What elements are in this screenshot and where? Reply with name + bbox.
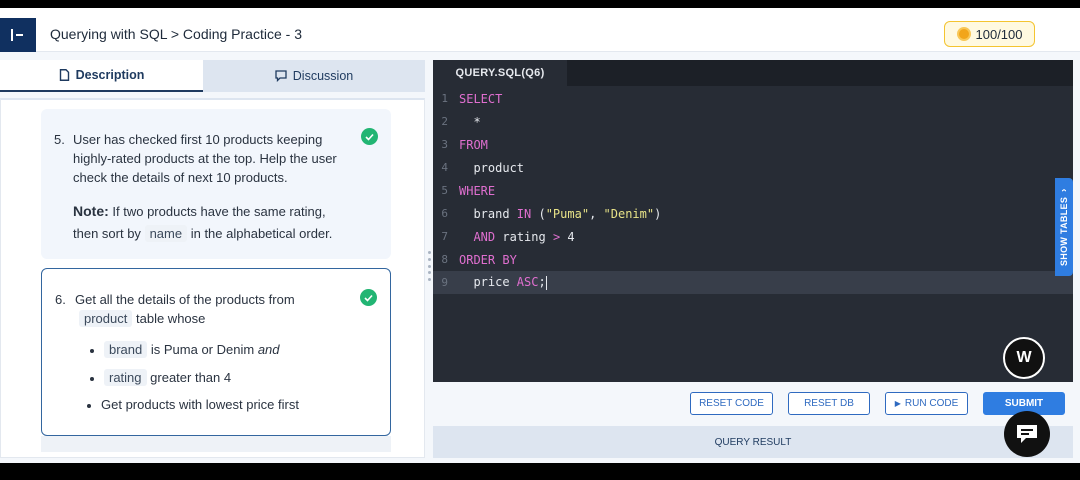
- code-line-4[interactable]: 4 product: [433, 156, 1073, 179]
- line-number: 6: [441, 207, 448, 220]
- line-number: 2: [441, 115, 448, 128]
- chevron-left-icon: ›: [1058, 188, 1070, 192]
- code-line-2[interactable]: 2 *: [433, 110, 1073, 133]
- breadcrumb[interactable]: Querying with SQL > Coding Practice - 3: [50, 26, 302, 42]
- code-line-9[interactable]: 9 price ASC;: [433, 271, 1073, 294]
- run-code-label: RUN CODE: [904, 398, 959, 409]
- code-line-5[interactable]: 5 WHERE: [433, 179, 1073, 202]
- code-line-3[interactable]: 3 FROM: [433, 133, 1073, 156]
- tab-discussion[interactable]: Discussion: [203, 60, 425, 92]
- text-cursor: [545, 275, 547, 290]
- completed-check-icon: [361, 128, 378, 145]
- tab-discussion-label: Discussion: [292, 69, 354, 83]
- play-icon: ▶: [894, 399, 901, 408]
- document-icon: [59, 69, 69, 81]
- brand-and: and: [257, 342, 280, 357]
- tab-description[interactable]: Description: [0, 60, 203, 92]
- brand-text: is Puma or Denim: [150, 342, 255, 357]
- show-tables-label: SHOW TABLES: [1059, 196, 1069, 266]
- note-text: If two products have the same rating,: [108, 204, 326, 219]
- line-number: 7: [441, 230, 448, 243]
- code-line-7[interactable]: 7 AND rating > 4: [433, 225, 1073, 248]
- code-line-1[interactable]: 1 SELECT: [433, 87, 1073, 110]
- code-chip-product: product: [79, 310, 133, 327]
- note-line2-post: in the alphabetical order.: [190, 226, 333, 241]
- code-text: brand IN ("Puma", "Denim"): [459, 206, 662, 221]
- code-text: price ASC;: [459, 275, 547, 290]
- line-number: 9: [441, 276, 448, 289]
- reset-code-button[interactable]: RESET CODE: [690, 392, 773, 415]
- table-whose-text: table whose: [136, 311, 206, 326]
- line-number: 8: [441, 253, 448, 266]
- w-logo-badge[interactable]: W: [1003, 337, 1045, 379]
- question-6-line-2: product table whose: [79, 309, 205, 328]
- description-panel[interactable]: 5. User has checked first 10 products ke…: [0, 98, 425, 458]
- note-line2-pre: then sort by: [73, 226, 141, 241]
- code-text: WHERE: [459, 183, 496, 198]
- line-number: 4: [441, 161, 448, 174]
- question-5-note: Note: If two products have the same rati…: [73, 202, 326, 221]
- editor-tab-query[interactable]: QUERY.SQL(Q6): [433, 60, 567, 86]
- show-tables-button[interactable]: SHOW TABLES ›: [1055, 178, 1073, 276]
- question-5-note-line-2: then sort by name in the alphabetical or…: [73, 224, 332, 243]
- chat-support-button[interactable]: [1004, 411, 1050, 457]
- reset-db-button[interactable]: RESET DB: [788, 392, 870, 415]
- coin-icon: [956, 27, 971, 41]
- code-editor[interactable]: QUERY.SQL(Q6) 1 SELECT 2 * 3 FROM 4 product 5 W…: [433, 60, 1073, 382]
- editor-tabbar: QUERY.SQL(Q6): [433, 60, 1073, 86]
- score-badge: 100/100: [944, 21, 1035, 47]
- code-chip-brand: brand: [104, 341, 148, 358]
- code-text: SELECT: [459, 91, 503, 106]
- tab-description-label: Description: [75, 68, 145, 82]
- line-number: 1: [441, 92, 448, 105]
- question-5-line-1: User has checked first 10 products keepi…: [73, 132, 323, 147]
- question-6-line-1: Get all the details of the products from: [75, 292, 295, 307]
- panel-resize-handle[interactable]: [428, 251, 432, 281]
- code-line-8[interactable]: 8 ORDER BY: [433, 248, 1073, 271]
- score-value: 100/100: [975, 26, 1023, 42]
- code-text: *: [459, 114, 481, 129]
- code-chip-rating: rating: [104, 369, 147, 386]
- requirement-rating: rating greater than 4: [89, 369, 232, 386]
- code-chip-name: name: [144, 225, 188, 242]
- requirement-brand: brand is Puma or Denim and: [90, 341, 280, 358]
- code-text: AND rating > 4: [473, 229, 575, 244]
- rating-text: greater than 4: [150, 370, 232, 385]
- requirement-order: Get products with lowest price first: [87, 397, 299, 412]
- query-result-bar[interactable]: QUERY RESULT: [433, 426, 1073, 458]
- code-text: ORDER BY: [459, 252, 517, 267]
- code-text: product: [459, 160, 525, 175]
- question-5-number: 5.: [54, 132, 65, 147]
- line-number: 3: [441, 138, 448, 151]
- app-window: Querying with SQL > Coding Practice - 3 …: [0, 8, 1080, 463]
- run-code-button[interactable]: ▶ RUN CODE: [885, 392, 968, 415]
- collapse-sidebar-button[interactable]: [0, 18, 36, 52]
- code-line-6[interactable]: 6 brand IN ("Puma", "Denim"): [433, 202, 1073, 225]
- question-card-6-footer: [41, 436, 391, 452]
- top-header: Querying with SQL > Coding Practice - 3 …: [0, 8, 1080, 52]
- question-6-number: 6.: [55, 292, 66, 307]
- sidebar-toggle-icon: [11, 29, 23, 41]
- code-text: FROM: [459, 137, 488, 152]
- question-5-line-3: check the details of next 10 products.: [73, 170, 288, 185]
- question-5-line-2: highly-rated products at the top. Help t…: [73, 151, 337, 166]
- note-label: Note:: [73, 203, 109, 219]
- completed-check-icon: [360, 289, 377, 306]
- chat-icon: [1017, 425, 1037, 443]
- line-number: 5: [441, 184, 448, 197]
- chat-bubble-icon: [275, 70, 287, 82]
